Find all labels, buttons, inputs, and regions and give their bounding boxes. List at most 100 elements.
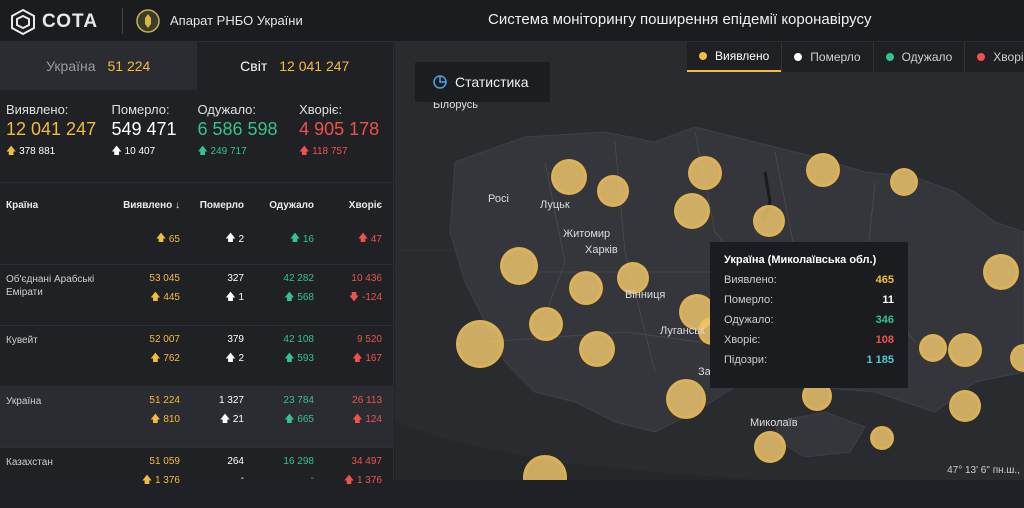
table-row[interactable]: 🡅 65 🡅 2 🡅 16 🡅 47 — [0, 228, 393, 264]
total-delta: 🡅 378 881 — [6, 144, 112, 161]
app-header: СОТА Апарат РНБО України Система монітор… — [0, 0, 1024, 42]
case-bubble[interactable] — [806, 153, 840, 187]
case-bubble[interactable] — [949, 390, 981, 422]
detected-value: 53 045 — [149, 273, 180, 284]
case-bubble[interactable] — [983, 254, 1019, 290]
arrow-up-icon: 🡅 — [197, 146, 208, 157]
col-sick[interactable]: Хворіє — [314, 200, 382, 211]
recovered-value: 42 282 — [283, 273, 314, 284]
tooltip-row: Підозри: 1 185 — [724, 354, 894, 366]
map-label-lutsk: Луцьк — [540, 199, 570, 211]
sick-delta: 🡅 124 — [352, 414, 382, 425]
sick-value: 9 520 — [356, 334, 382, 345]
country-name: Кувейт — [6, 335, 38, 346]
total-delta: 🡅 249 717 — [197, 144, 299, 161]
map-view[interactable]: Білорусь Росі Луцьк Житомир Харків Вінни… — [395, 42, 1024, 480]
col-died[interactable]: Померло — [180, 200, 244, 211]
died-value: 264 — [227, 456, 244, 467]
died-delta: 🡅 1 — [225, 292, 244, 303]
case-bubble[interactable] — [674, 193, 710, 229]
total-detected: Виявлено: 12 041 247 🡅 378 881 — [6, 102, 112, 174]
statistics-label: Статистика — [455, 74, 529, 90]
table-row[interactable]: Кувейт 52 007 🡅 762 379 🡅 2 42 108 🡅 593 9 … — [0, 325, 393, 386]
map-label-luhansk: Луганськ — [660, 325, 705, 337]
case-bubble[interactable] — [948, 333, 982, 367]
table-header: Країна Виявлено ↓ Померло Одужало Хворіє — [0, 182, 393, 228]
recovered-value: 16 298 — [283, 456, 314, 467]
delta-value: 378 881 — [19, 146, 56, 157]
case-bubble[interactable] — [890, 168, 918, 196]
arrow-up-icon: 🡅 — [111, 146, 122, 157]
sick-delta: 🡅 1 376 — [343, 475, 382, 486]
total-label: Виявлено: — [6, 102, 69, 117]
case-bubble[interactable] — [870, 426, 894, 450]
legend-detected[interactable]: Виявлено — [687, 42, 782, 72]
case-bubble[interactable] — [597, 175, 629, 207]
country-name: Об'єднані Арабські Емірати — [6, 274, 95, 298]
map-label-kharkiv: Харків — [585, 244, 618, 256]
tab-world[interactable]: Світ 12 041 247 — [196, 42, 393, 90]
tab-value: 12 041 247 — [279, 58, 350, 74]
region-tooltip: Україна (Миколаївська обл.) Виявлено: 465… — [710, 242, 908, 388]
total-value: 6 586 598 — [197, 119, 278, 139]
dot-icon — [885, 53, 894, 61]
recovered-delta: 🡅 16 — [289, 232, 314, 245]
legend-sick[interactable]: Хворіє — [964, 42, 1024, 72]
total-value: 549 471 — [111, 119, 177, 139]
col-recovered[interactable]: Одужало — [244, 200, 314, 211]
tooltip-row: Виявлено: 465 — [724, 274, 894, 286]
total-delta: 🡅 118 757 — [299, 144, 387, 161]
died-value: 327 — [227, 273, 244, 284]
total-label: Одужало: — [197, 102, 257, 117]
tooltip-row: Померло: 11 — [724, 294, 894, 306]
total-died: Померло: 549 471 🡅 10 407 — [112, 102, 198, 174]
table-row[interactable]: Об'єднані Арабські Емірати 53 045 🡅 445 3… — [0, 264, 393, 325]
detected-delta: 🡅 762 — [150, 353, 180, 364]
delta-value: 118 757 — [312, 146, 348, 157]
coordinates-readout: 47° 13' 6" пн.ш., — [947, 465, 1020, 476]
tab-ukraine[interactable]: Україна 51 224 — [0, 42, 197, 90]
tooltip-title: Україна (Миколаївська обл.) — [724, 254, 877, 266]
case-bubble[interactable] — [754, 431, 786, 463]
logo[interactable]: СОТА — [10, 9, 98, 35]
detected-value: 52 007 — [149, 334, 180, 345]
dot-icon — [794, 53, 803, 61]
case-bubble[interactable] — [688, 156, 722, 190]
col-detected[interactable]: Виявлено ↓ — [100, 200, 180, 211]
logo-text: СОТА — [42, 11, 99, 32]
legend-recovered[interactable]: Одужало — [872, 42, 965, 72]
legend-died[interactable]: Померло — [781, 42, 872, 72]
died-value: 1 327 — [218, 395, 244, 406]
sick-delta: 🡅 47 — [357, 232, 382, 245]
case-bubble[interactable] — [569, 271, 603, 305]
statistics-button[interactable]: Статистика — [415, 62, 550, 102]
col-country[interactable]: Країна — [0, 200, 100, 211]
case-bubble[interactable] — [666, 379, 706, 419]
died-delta: 🡅 21 — [219, 414, 244, 425]
died-delta: 🡅 2 — [225, 353, 244, 364]
detected-value: 51 059 — [149, 456, 180, 467]
sick-value: 34 497 — [351, 456, 382, 467]
nsdc-emblem-icon — [136, 9, 160, 33]
total-sick: Хворіє: 4 905 178 🡅 118 757 — [299, 102, 387, 174]
detected-delta: 🡅 1 376 — [141, 475, 180, 486]
case-bubble[interactable] — [529, 307, 563, 341]
recovered-delta: 🡅 568 — [284, 292, 314, 303]
table-row[interactable]: Казахстан 51 059 🡅 1 376 264 - 16 298 - 34 … — [0, 447, 393, 508]
case-bubble[interactable] — [500, 247, 538, 285]
map-label-zhytomyr: Житомир — [563, 228, 611, 240]
col-label: Виявлено — [123, 200, 173, 211]
tab-label: Україна — [46, 58, 96, 74]
recovered-value: 23 784 — [283, 395, 314, 406]
case-bubble[interactable] — [919, 334, 947, 362]
case-bubble[interactable] — [551, 159, 587, 195]
table-row-highlighted[interactable]: Україна 51 224 🡅 810 1 327 🡅 21 23 784 🡅 66… — [0, 386, 393, 447]
case-bubble[interactable] — [579, 331, 615, 367]
case-bubble[interactable] — [753, 205, 785, 237]
case-bubble[interactable] — [456, 320, 504, 368]
delta-value: 249 717 — [210, 146, 247, 157]
total-label: Померло: — [111, 102, 170, 117]
arrow-up-icon: 🡅 — [299, 146, 310, 157]
pie-chart-icon — [433, 75, 447, 89]
total-recovered: Одужало: 6 586 598 🡅 249 717 — [197, 102, 299, 174]
